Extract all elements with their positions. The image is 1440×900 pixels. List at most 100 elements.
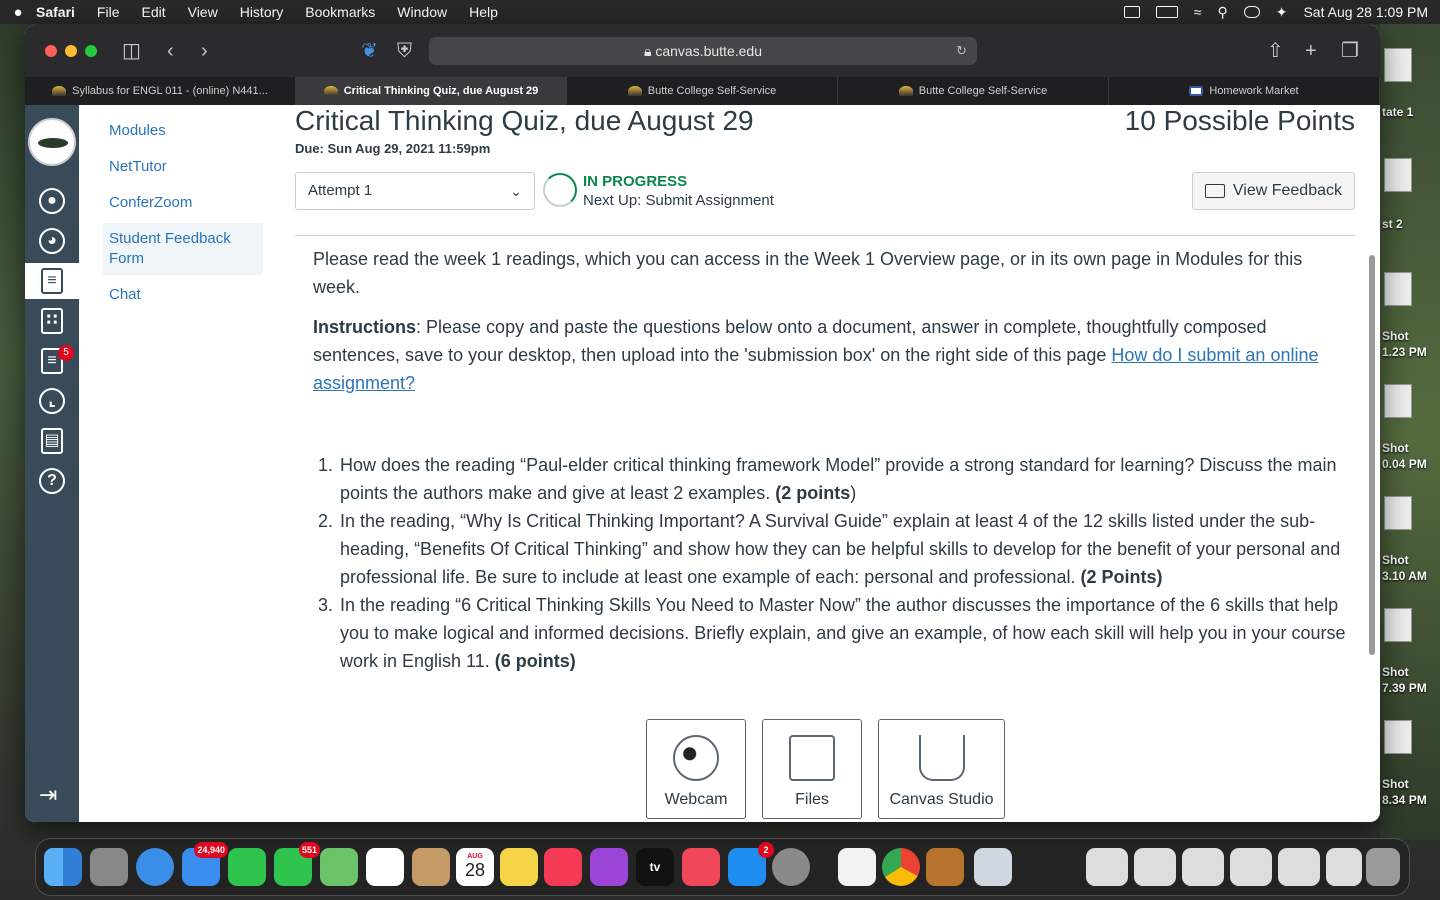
recent-window-thumbnail[interactable] [1182, 848, 1224, 886]
view-feedback-button[interactable]: View Feedback [1191, 172, 1355, 210]
inbox-badge: 5 [58, 345, 74, 361]
tab-syllabus[interactable]: Syllabus for ENGL 011 - (online) N441... [25, 77, 296, 105]
app-store-icon[interactable]: 2 [728, 842, 774, 886]
course-nav-conferzoom[interactable]: ConferZoom [103, 187, 263, 219]
menu-window[interactable]: Window [397, 4, 447, 20]
desktop-file-label[interactable]: Shot 3.10 AM [1382, 552, 1438, 584]
desktop-file-label[interactable]: Shot 7.39 PM [1382, 664, 1438, 696]
desktop-file-label[interactable]: Shot 1.23 PM [1382, 328, 1438, 360]
menu-edit[interactable]: Edit [141, 4, 165, 20]
webcam-button[interactable]: Webcam [646, 719, 746, 819]
tab-overview-icon[interactable]: ❐ [1341, 39, 1359, 63]
trash-icon[interactable] [1366, 848, 1400, 886]
launchpad-icon[interactable] [90, 848, 128, 886]
attempt-select[interactable]: Attempt 1 ⌄ [295, 172, 535, 210]
close-window-button[interactable] [45, 45, 57, 57]
news-icon[interactable] [682, 848, 720, 886]
menu-clock[interactable]: Sat Aug 28 1:09 PM [1303, 4, 1428, 20]
menu-bookmarks[interactable]: Bookmarks [305, 4, 375, 20]
photos-icon[interactable] [366, 848, 404, 886]
desktop-file-thumbnail[interactable] [1384, 384, 1412, 418]
notes-icon[interactable] [500, 848, 538, 886]
battery-icon[interactable] [1155, 6, 1178, 18]
files-button[interactable]: Files [762, 719, 862, 819]
menu-file[interactable]: File [97, 4, 120, 20]
recent-window-thumbnail[interactable] [1134, 848, 1176, 886]
desktop-file-label[interactable]: st 2 [1382, 216, 1438, 232]
back-button[interactable]: ‹ [167, 39, 174, 63]
nav-calendar[interactable]: ∷ [25, 303, 79, 339]
forward-button[interactable]: › [201, 39, 208, 63]
zoom-window-button[interactable] [85, 45, 97, 57]
new-tab-icon[interactable]: + [1305, 39, 1317, 63]
recent-window-thumbnail[interactable] [1086, 848, 1128, 886]
extension-icon[interactable]: ❦ [361, 39, 378, 63]
desktop-file-thumbnail[interactable] [1384, 158, 1412, 192]
control-center-icon[interactable] [1243, 6, 1260, 18]
course-nav-chat[interactable]: Chat [103, 279, 263, 311]
desktop-file-label[interactable]: tate 1 [1382, 104, 1438, 120]
messages-icon[interactable]: 551 [274, 842, 320, 886]
course-nav-modules[interactable]: Modules [103, 115, 263, 147]
siri-icon[interactable]: ✦ [1276, 4, 1288, 21]
preview-icon[interactable] [974, 848, 1012, 886]
tool-label: Canvas Studio [889, 791, 994, 808]
course-nav-student-feedback[interactable]: Student Feedback Form [103, 223, 263, 275]
apple-tv-icon[interactable]: tv [636, 848, 674, 886]
wifi-icon[interactable]: ≈ [1194, 4, 1202, 20]
nav-account[interactable]: ● [25, 183, 79, 219]
course-nav-nettutor[interactable]: NetTutor [103, 151, 263, 183]
tab-critical-thinking-quiz[interactable]: Critical Thinking Quiz, due August 29 [296, 77, 567, 105]
address-bar[interactable]: 🔒︎ canvas.butte.edu ↻ [429, 37, 977, 65]
calendar-app-icon[interactable]: AUG 28 [456, 848, 494, 886]
share-icon[interactable]: ⇧ [1267, 39, 1284, 63]
minimize-window-button[interactable] [65, 45, 77, 57]
desktop-file-label[interactable]: Shot 8.34 PM [1382, 776, 1438, 808]
collapse-nav-icon[interactable]: ⇥ [39, 782, 57, 808]
desktop-file-thumbnail[interactable] [1384, 272, 1412, 306]
reload-icon[interactable]: ↻ [956, 37, 967, 65]
menu-view[interactable]: View [188, 4, 218, 20]
desktop-file-thumbnail[interactable] [1384, 720, 1412, 754]
question-item: In the reading “6 Critical Thinking Skil… [338, 591, 1348, 675]
butte-college-logo[interactable] [28, 118, 76, 166]
system-preferences-icon[interactable] [772, 848, 810, 886]
recent-window-thumbnail[interactable] [1326, 848, 1362, 886]
tab-homework-market[interactable]: Homework Market [1109, 77, 1380, 105]
menu-history[interactable]: History [240, 4, 284, 20]
privacy-shield-icon[interactable]: ⛨ [397, 39, 412, 63]
keyboard-icon[interactable] [1123, 6, 1140, 18]
tab-self-service-2[interactable]: Butte College Self-Service [838, 77, 1109, 105]
desktop-file-label[interactable]: Shot 0.04 PM [1382, 440, 1438, 472]
podcasts-icon[interactable] [590, 848, 628, 886]
safari-icon[interactable] [136, 848, 174, 886]
recent-window-thumbnail[interactable] [1278, 848, 1320, 886]
finder-icon[interactable] [44, 848, 82, 886]
nav-courses[interactable]: ≡ [25, 263, 79, 299]
contacts-icon[interactable] [412, 848, 450, 886]
page-scrollbar[interactable] [1369, 255, 1375, 655]
recent-window-thumbnail[interactable] [1230, 848, 1272, 886]
nav-help[interactable]: ? [25, 463, 79, 499]
spotlight-icon[interactable]: ⚲ [1217, 4, 1227, 21]
textedit-icon[interactable] [838, 848, 876, 886]
nav-dashboard[interactable]: ◕ [25, 223, 79, 259]
nav-inbox[interactable]: ≡ 5 [25, 343, 79, 379]
desktop-file-thumbnail[interactable] [1384, 496, 1412, 530]
music-icon[interactable] [544, 848, 582, 886]
canvas-studio-button[interactable]: Canvas Studio [878, 719, 1005, 819]
desktop-file-thumbnail[interactable] [1384, 608, 1412, 642]
garageband-icon[interactable] [926, 848, 964, 886]
maps-icon[interactable] [320, 848, 358, 886]
apple-menu-icon[interactable]: ● [0, 4, 36, 21]
sidebar-toggle-icon[interactable]: ◫ [122, 39, 141, 63]
menu-help[interactable]: Help [469, 4, 498, 20]
facetime-icon[interactable] [228, 848, 266, 886]
tab-self-service[interactable]: Butte College Self-Service [567, 77, 838, 105]
nav-history[interactable]: ⌞ [25, 383, 79, 419]
menu-app-name[interactable]: Safari [36, 4, 75, 20]
nav-studio[interactable]: ▤ [25, 423, 79, 459]
mail-icon[interactable]: 24,940 [182, 842, 228, 886]
desktop-file-thumbnail[interactable] [1384, 48, 1412, 82]
chrome-icon[interactable] [882, 848, 920, 886]
